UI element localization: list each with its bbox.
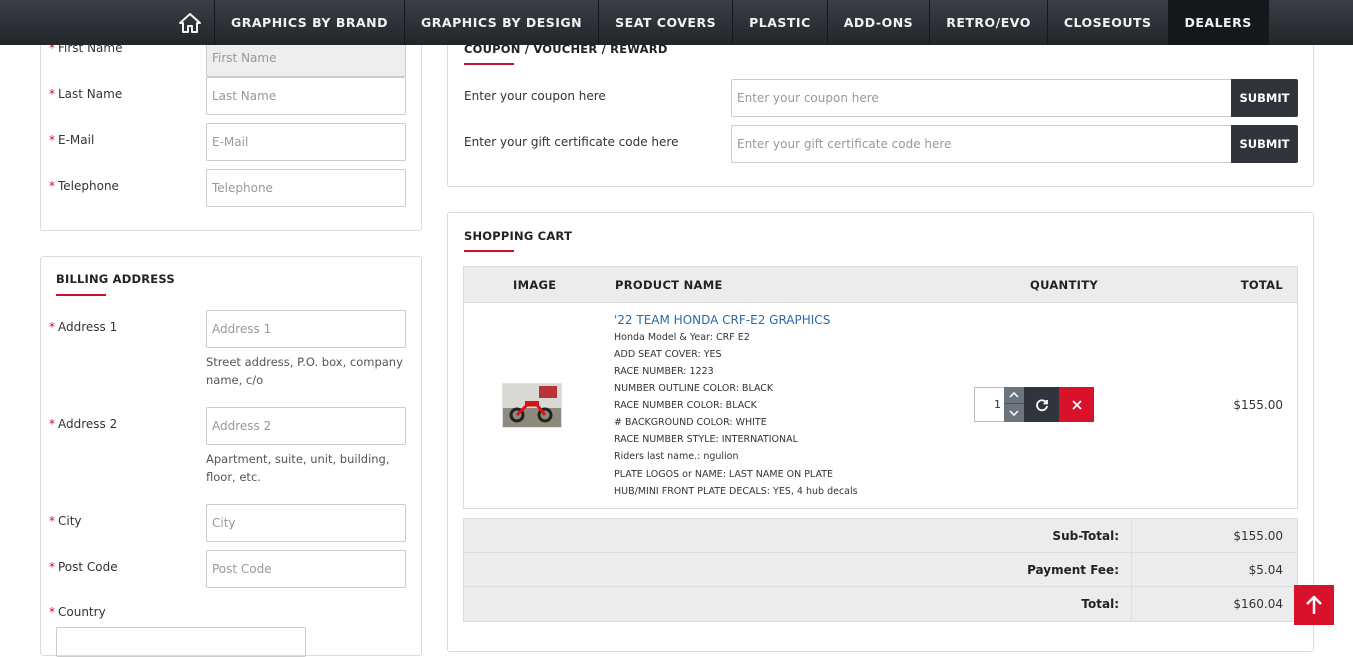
header-image: IMAGE bbox=[513, 278, 557, 292]
last-name-input[interactable]: Last Name bbox=[206, 77, 406, 115]
total-label: Total: bbox=[464, 587, 1132, 621]
payment-fee-label: Payment Fee: bbox=[464, 553, 1132, 586]
nav-graphics-by-design[interactable]: GRAPHICS BY DESIGN bbox=[405, 0, 600, 45]
nav-plastic[interactable]: PLASTIC bbox=[733, 0, 828, 45]
total-value: $160.04 bbox=[1233, 597, 1283, 611]
gift-certificate-input[interactable]: Enter your gift certificate code here bbox=[731, 125, 1231, 163]
back-to-top-button[interactable] bbox=[1294, 585, 1334, 625]
header-total: TOTAL bbox=[1240, 278, 1283, 292]
subtotal-value: $155.00 bbox=[1233, 529, 1283, 543]
coupon-submit-button[interactable]: SUBMIT bbox=[1231, 79, 1298, 117]
product-name-link[interactable]: '22 TEAM HONDA CRF-E2 GRAPHICS bbox=[614, 313, 830, 327]
title-underline bbox=[464, 63, 514, 65]
product-thumbnail[interactable] bbox=[502, 383, 562, 428]
subtotal-row: Sub-Total: $155.00 bbox=[464, 519, 1297, 553]
coupon-panel: COUPON / VOUCHER / REWARD Enter your cou… bbox=[447, 20, 1314, 187]
product-option: # BACKGROUND COLOR: WHITE bbox=[614, 417, 767, 428]
postcode-label: * Post Code bbox=[49, 560, 118, 574]
quantity-decrease-button[interactable] bbox=[1004, 404, 1024, 421]
address1-label: * Address 1 bbox=[49, 320, 118, 334]
address1-help: Street address, P.O. box, company name, … bbox=[206, 355, 403, 387]
last-name-label: * Last Name bbox=[49, 87, 123, 101]
nav-dealers[interactable]: DEALERS bbox=[1168, 0, 1269, 45]
coupon-input[interactable]: Enter your coupon here bbox=[731, 79, 1231, 117]
coupon-label: Enter your coupon here bbox=[464, 89, 606, 103]
nav-add-ons[interactable]: ADD-ONS bbox=[828, 0, 931, 45]
address2-label: * Address 2 bbox=[49, 417, 118, 431]
product-option: RACE NUMBER: 1223 bbox=[614, 366, 714, 377]
shopping-cart-panel: SHOPPING CART IMAGE PRODUCT NAME QUANTIT… bbox=[447, 212, 1314, 652]
remove-item-button[interactable] bbox=[1059, 387, 1094, 422]
home-link[interactable] bbox=[165, 0, 215, 45]
product-option: PLATE LOGOS or NAME: LAST NAME ON PLATE bbox=[614, 469, 834, 480]
email-input[interactable]: E-Mail bbox=[206, 123, 406, 161]
country-select[interactable] bbox=[56, 627, 306, 657]
product-option: ADD SEAT COVER: YES bbox=[614, 349, 722, 360]
nav-menu: GRAPHICS BY BRAND GRAPHICS BY DESIGN SEA… bbox=[165, 0, 1269, 45]
close-icon bbox=[1071, 399, 1082, 410]
line-total: $155.00 bbox=[1233, 398, 1283, 412]
chevron-down-icon bbox=[1009, 409, 1019, 416]
title-underline bbox=[56, 294, 106, 296]
telephone-input[interactable]: Telephone bbox=[206, 169, 406, 207]
address2-input[interactable]: Address 2 bbox=[206, 407, 406, 445]
nav-seat-covers[interactable]: SEAT COVERS bbox=[599, 0, 734, 45]
refresh-icon bbox=[1035, 398, 1048, 411]
gift-submit-button[interactable]: SUBMIT bbox=[1231, 125, 1298, 163]
cart-table-header: IMAGE PRODUCT NAME QUANTITY TOTAL bbox=[464, 267, 1297, 303]
header-product-name: PRODUCT NAME bbox=[615, 278, 723, 292]
product-option: Honda Model & Year: CRF E2 bbox=[614, 332, 750, 343]
city-label: * City bbox=[49, 514, 82, 528]
update-quantity-button[interactable] bbox=[1024, 387, 1059, 422]
header-quantity: QUANTITY bbox=[1030, 278, 1098, 292]
top-navigation: GRAPHICS BY BRAND GRAPHICS BY DESIGN SEA… bbox=[0, 0, 1353, 45]
payment-fee-value: $5.04 bbox=[1248, 563, 1283, 577]
quantity-input[interactable]: 1 bbox=[974, 387, 1004, 422]
quantity-stepper bbox=[1004, 387, 1024, 422]
title-underline bbox=[464, 250, 514, 252]
product-option: Riders last name.: ngulion bbox=[614, 451, 739, 462]
postcode-input[interactable]: Post Code bbox=[206, 550, 406, 588]
payment-fee-row: Payment Fee: $5.04 bbox=[464, 553, 1297, 587]
product-option: HUB/MINI FRONT PLATE DECALS: YES, 4 hub … bbox=[614, 486, 858, 497]
nav-graphics-by-brand[interactable]: GRAPHICS BY BRAND bbox=[215, 0, 406, 45]
country-label: * Country bbox=[49, 605, 106, 619]
cart-title: SHOPPING CART bbox=[464, 229, 573, 243]
home-icon bbox=[178, 12, 201, 33]
product-option: RACE NUMBER COLOR: BLACK bbox=[614, 400, 757, 411]
cart-table: IMAGE PRODUCT NAME QUANTITY TOTAL '22 TE… bbox=[463, 266, 1298, 509]
telephone-label: * Telephone bbox=[49, 179, 119, 193]
email-label: * E-Mail bbox=[49, 133, 95, 147]
gift-certificate-label: Enter your gift certificate code here bbox=[464, 135, 679, 149]
total-row: Total: $160.04 bbox=[464, 587, 1297, 621]
city-input[interactable]: City bbox=[206, 504, 406, 542]
billing-title: BILLING ADDRESS bbox=[56, 272, 175, 286]
address2-help: Apartment, suite, unit, building, floor,… bbox=[206, 452, 390, 484]
billing-address-panel: BILLING ADDRESS * Address 1 Address 1 Str… bbox=[40, 256, 422, 657]
cart-item-row: '22 TEAM HONDA CRF-E2 GRAPHICS Honda Mod… bbox=[464, 303, 1297, 508]
nav-closeouts[interactable]: CLOSEOUTS bbox=[1048, 0, 1169, 45]
product-option: RACE NUMBER STYLE: INTERNATIONAL bbox=[614, 434, 798, 445]
product-option: NUMBER OUTLINE COLOR: BLACK bbox=[614, 383, 774, 394]
arrow-up-icon bbox=[1306, 595, 1322, 614]
subtotal-label: Sub-Total: bbox=[464, 519, 1132, 552]
chevron-up-icon bbox=[1009, 392, 1019, 398]
dirt-bike-image bbox=[503, 384, 561, 427]
quantity-increase-button[interactable] bbox=[1004, 387, 1024, 404]
cart-totals: Sub-Total: $155.00 Payment Fee: $5.04 To… bbox=[463, 518, 1298, 622]
address1-input[interactable]: Address 1 bbox=[206, 310, 406, 348]
nav-retro-evo[interactable]: RETRO/EVO bbox=[930, 0, 1048, 45]
